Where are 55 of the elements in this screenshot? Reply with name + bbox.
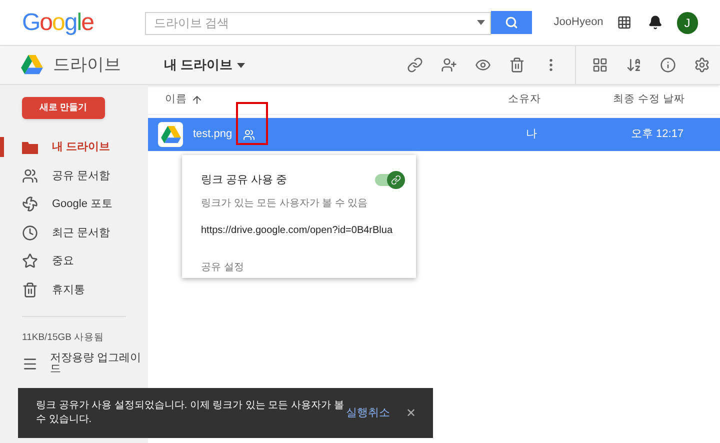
link-icon[interactable] [407,57,423,73]
owner-cell-text: 나 [526,127,538,142]
google-logo: Google [22,8,94,38]
location-dropdown[interactable]: 내 드라이브 [164,55,245,75]
upgrade-storage-link[interactable]: 저장용량 업그레이드 [22,353,148,376]
add-person-icon[interactable] [441,57,457,73]
user-name[interactable]: JooHyeon [554,14,604,31]
sidebar-item[interactable]: 내 드라이브 [0,133,148,162]
sharing-settings-link[interactable]: 공유 설정 [201,260,397,274]
popup-title: 링크 공유 사용 중 [201,173,288,188]
grid-view-icon[interactable] [592,57,608,73]
snackbar-message: 링크 공유가 사용 설정되었습니다. 이제 링크가 있는 모든 사용자가 볼 수 있습니다. [36,399,345,427]
notifications-icon[interactable] [648,15,663,30]
trash-icon [22,282,38,298]
file-row[interactable]: test.png 나 오후 12:17 [148,118,720,151]
people-icon [22,168,38,184]
popup-description: 링크가 있는 모든 사용자가 볼 수 있음 [201,196,369,210]
list-icon [22,356,38,372]
info-icon[interactable] [660,57,676,73]
file-name: test.png [193,127,233,142]
clock-icon [22,224,38,241]
share-link[interactable]: https://drive.google.com/open?id=0B4rBlua [201,222,397,238]
sidebar-item[interactable]: 중요 [0,247,148,276]
apps-icon[interactable] [617,15,632,30]
delete-icon[interactable] [509,57,525,73]
search-field[interactable]: 드라이브 검색 [144,12,491,34]
undo-button[interactable]: 실행취소 [346,404,390,422]
sort-icon[interactable] [626,57,642,73]
app-title: 드라이브 [53,54,121,76]
close-button[interactable]: ✕ [406,404,416,422]
star-icon [22,253,38,270]
dropdown-caret-icon[interactable] [476,20,485,25]
sidebar-item[interactable]: 휴지통 [0,276,148,304]
folder-icon [22,140,38,154]
column-header[interactable]: 소유자 [508,92,613,108]
sidebar-item[interactable]: 최근 문서함 [0,218,148,247]
sort-arrow-icon [191,94,203,106]
search-button[interactable] [490,11,532,34]
sidebar-item[interactable]: Google 포토 [0,190,148,218]
search-icon [504,16,518,29]
modified-cell-text: 오후 12:17 [631,127,684,142]
avatar[interactable]: J [676,12,698,34]
sidebar-item[interactable]: 공유 문서함 [0,162,148,190]
storage-usage: 11KB/15GB 사용됨 [22,331,106,345]
link-icon [391,175,401,186]
drive-logo-icon [21,55,43,75]
new-button[interactable]: 새로 만들기 [22,97,105,119]
name-column-header[interactable]: 이름 [165,92,508,108]
caret-icon [236,62,245,68]
highlight-box [236,102,268,145]
link-sharing-toggle[interactable] [375,174,405,186]
pinwheel-icon [22,196,38,212]
settings-icon[interactable] [694,57,710,73]
column-header[interactable]: 최종 수정 날짜 [613,92,685,108]
preview-icon[interactable] [475,57,491,73]
